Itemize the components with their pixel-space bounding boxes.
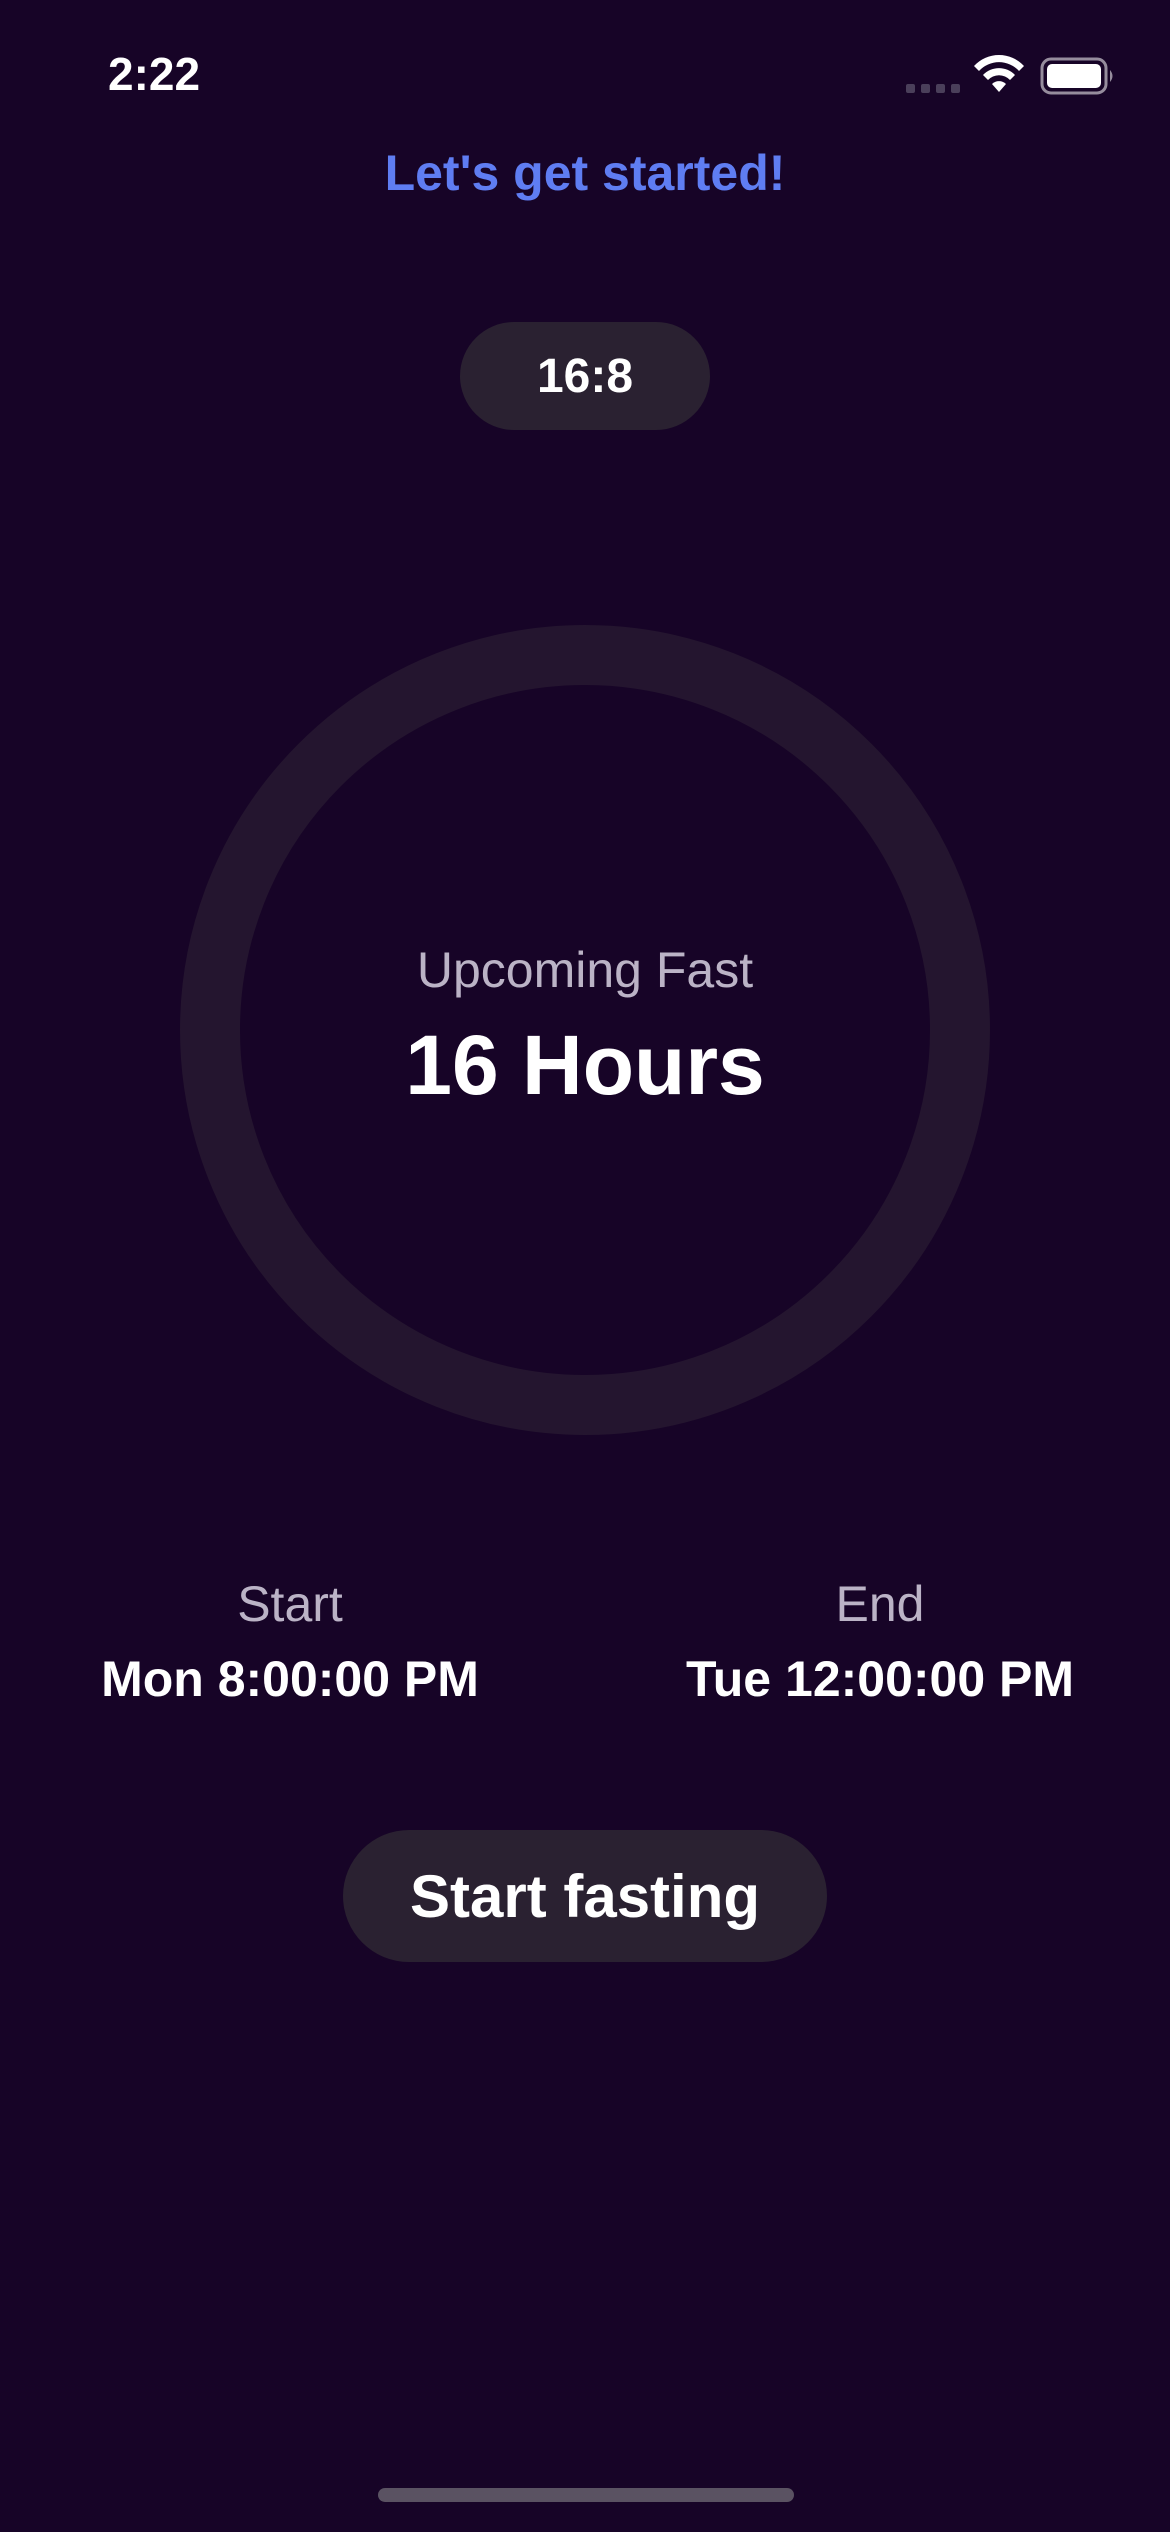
fast-duration: 16 Hours <box>405 1018 765 1112</box>
start-time[interactable]: Mon 8:00:00 PM <box>40 1646 540 1712</box>
signal-icon <box>906 82 962 94</box>
end-time: Tue 12:00:00 PM <box>685 1651 1075 1707</box>
battery-icon <box>1040 57 1113 95</box>
status-time: 2:22 <box>108 48 201 100</box>
wifi-icon <box>974 55 1024 92</box>
start-fasting-button[interactable]: Start fasting <box>343 1830 827 1962</box>
home-indicator[interactable] <box>378 2488 794 2502</box>
start-label: Start <box>237 1576 343 1632</box>
page-title: Let's get started! <box>384 145 786 201</box>
end-label: End <box>835 1576 925 1632</box>
fasting-plan-button[interactable]: 16:8 <box>460 322 710 430</box>
ring-label: Upcoming Fast <box>416 942 754 998</box>
